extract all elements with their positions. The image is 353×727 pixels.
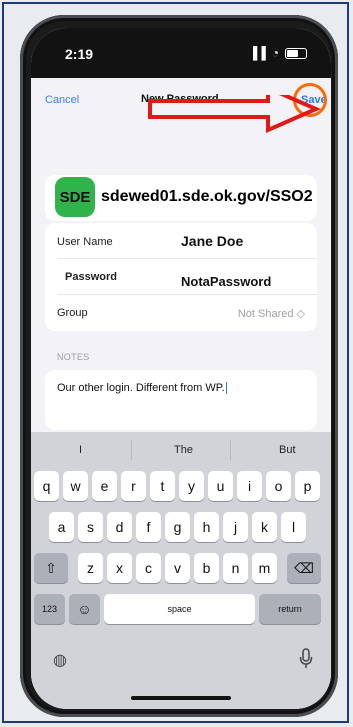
key-l[interactable]: l — [281, 512, 306, 542]
password-value[interactable]: NotaPassword — [181, 274, 271, 289]
suggestion-2[interactable]: The — [174, 444, 193, 456]
emoji-key[interactable]: ☺ — [69, 594, 100, 624]
key-a[interactable]: a — [49, 512, 74, 542]
status-icons: ▐▐ ◔ — [249, 46, 307, 60]
notes-field[interactable]: Our other login. Different from WP. — [45, 370, 317, 430]
key-p[interactable]: p — [295, 471, 320, 501]
username-value[interactable]: Jane Doe — [181, 233, 243, 249]
emoji-icon: ☺ — [77, 601, 92, 617]
numbers-key[interactable]: 123 — [34, 594, 65, 624]
key-o[interactable]: o — [266, 471, 291, 501]
credentials-card: User Name Jane Doe Password NotaPassword… — [45, 223, 317, 331]
key-j[interactable]: j — [223, 512, 248, 542]
key-c[interactable]: c — [136, 553, 161, 583]
site-badge: SDE — [55, 177, 95, 217]
key-y[interactable]: y — [179, 471, 204, 501]
home-indicator — [131, 696, 231, 700]
username-row[interactable]: User Name Jane Doe — [45, 223, 317, 259]
notes-text: Our other login. Different from WP. — [57, 382, 225, 394]
shift-icon: ⇧ — [45, 559, 57, 576]
key-z[interactable]: z — [78, 553, 103, 583]
backspace-key[interactable]: ⌫ — [287, 553, 321, 583]
key-i[interactable]: i — [237, 471, 262, 501]
key-b[interactable]: b — [194, 553, 219, 583]
space-key[interactable]: space — [104, 594, 255, 624]
divider — [131, 440, 132, 460]
key-g[interactable]: g — [165, 512, 190, 542]
divider — [230, 440, 231, 460]
password-row[interactable]: Password NotaPassword — [45, 259, 317, 295]
site-card: SDE sdewed01.sde.ok.gov/SSO2 — [45, 175, 317, 221]
key-d[interactable]: d — [107, 512, 132, 542]
notes-label: NOTES — [57, 352, 90, 362]
key-t[interactable]: t — [150, 471, 175, 501]
shift-key[interactable]: ⇧ — [34, 553, 68, 583]
suggestion-1[interactable]: I — [79, 444, 82, 456]
key-m[interactable]: m — [252, 553, 277, 583]
signal-icon: ▐▐ — [248, 46, 266, 60]
key-v[interactable]: v — [165, 553, 190, 583]
password-label: Password — [65, 271, 117, 283]
group-row[interactable]: Group Not Shared ◇ — [45, 295, 317, 331]
key-r[interactable]: r — [121, 471, 146, 501]
key-f[interactable]: f — [136, 512, 161, 542]
username-label: User Name — [57, 236, 113, 248]
status-time: 2:19 — [65, 46, 94, 62]
globe-icon[interactable]: ◍ — [53, 650, 67, 670]
key-k[interactable]: k — [252, 512, 277, 542]
notes-text-wrap[interactable]: Our other login. Different from WP. — [57, 382, 227, 395]
key-e[interactable]: e — [92, 471, 117, 501]
site-url[interactable]: sdewed01.sde.ok.gov/SSO2 — [101, 188, 313, 206]
return-key[interactable]: return — [259, 594, 321, 624]
group-label: Group — [57, 307, 88, 319]
status-bar: 2:19 ▐▐ ◔ — [31, 28, 331, 78]
key-u[interactable]: u — [208, 471, 233, 501]
key-n[interactable]: n — [223, 553, 248, 583]
backspace-icon: ⌫ — [294, 559, 314, 576]
key-h[interactable]: h — [194, 512, 219, 542]
key-w[interactable]: w — [63, 471, 88, 501]
annotation-arrow — [148, 95, 321, 134]
text-cursor — [225, 382, 227, 395]
keyboard: I The But q w e r t y u i o p a s d f g … — [31, 432, 331, 709]
battery-icon — [285, 47, 307, 59]
group-select[interactable]: Not Shared ◇ — [238, 307, 305, 320]
cancel-button[interactable]: Cancel — [45, 94, 79, 106]
microphone-icon[interactable] — [299, 648, 313, 670]
suggestion-3[interactable]: But — [279, 444, 296, 456]
key-s[interactable]: s — [78, 512, 103, 542]
suggestion-bar: I The But — [31, 432, 331, 466]
key-q[interactable]: q — [34, 471, 59, 501]
key-x[interactable]: x — [107, 553, 132, 583]
wifi-icon: ◔ — [271, 46, 279, 60]
